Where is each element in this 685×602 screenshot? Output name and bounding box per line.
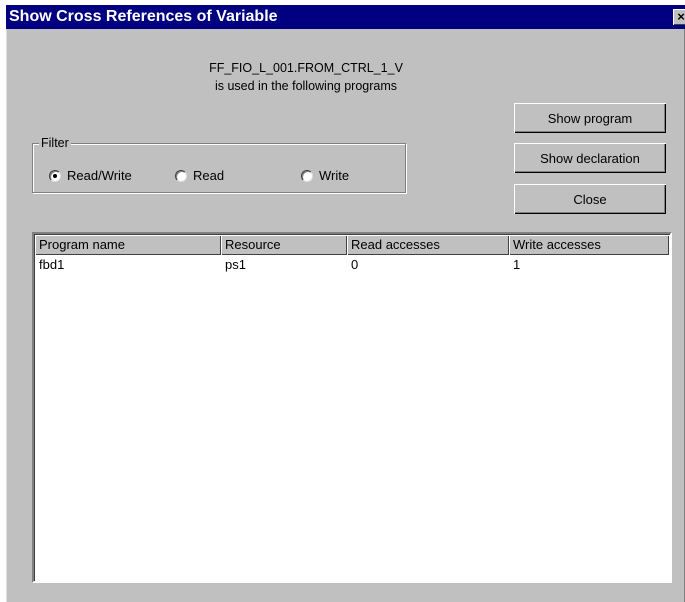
title-bar[interactable]: Show Cross References of Variable × [6,5,685,29]
close-icon[interactable]: × [673,9,685,25]
radio-label-read-write: Read/Write [67,168,132,183]
filter-groupbox: Filter Read/Write Read Write [32,136,406,193]
cell-write-accesses: 1 [513,257,521,272]
filter-label: Filter [39,136,71,150]
cross-reference-dialog: Show Cross References of Variable × FF_F… [6,5,685,602]
radio-checked-icon[interactable] [49,169,61,182]
column-header-resource[interactable]: Resource [221,235,347,255]
column-header-read-accesses[interactable]: Read accesses [347,235,509,255]
radio-label-read: Read [193,168,225,183]
cell-resource: ps1 [225,257,246,272]
show-declaration-button[interactable]: Show declaration [514,143,666,173]
radio-read[interactable]: Read [175,168,224,183]
table-row[interactable]: fbd1 ps1 0 1 [35,256,670,273]
radio-read-write[interactable]: Read/Write [49,168,132,183]
cell-program-name: fbd1 [39,257,65,272]
list-header: Program name Resource Read accesses Writ… [35,235,670,255]
radio-label-write: Write [319,168,350,183]
radio-write[interactable]: Write [301,168,349,183]
usage-message: is used in the following programs [214,79,398,93]
window-title: Show Cross References of Variable [9,8,278,25]
radio-unchecked-icon[interactable] [175,169,187,182]
column-header-program-name[interactable]: Program name [35,235,221,255]
column-header-write-accesses[interactable]: Write accesses [509,235,669,255]
program-list[interactable]: Program name Resource Read accesses Writ… [32,232,672,583]
close-button[interactable]: Close [514,184,666,214]
radio-unchecked-icon[interactable] [301,169,313,182]
variable-name: FF_FIO_L_001.FROM_CTRL_1_V [209,61,403,75]
show-program-button[interactable]: Show program [514,103,666,133]
cell-read-accesses: 0 [351,257,359,272]
